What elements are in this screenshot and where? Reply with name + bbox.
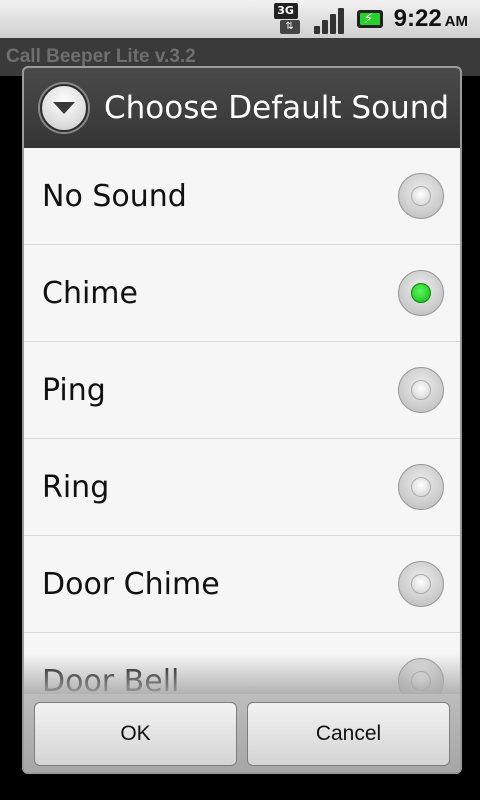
sound-option-no-sound[interactable]: No Sound — [24, 148, 460, 245]
option-label: No Sound — [42, 178, 187, 214]
status-icons: 3G ⇅ ⚡ 9:22 AM — [273, 2, 468, 36]
sound-option-ping[interactable]: Ping — [24, 342, 460, 439]
clock-time: 9:22 — [393, 5, 442, 32]
option-label: Ping — [42, 372, 106, 408]
3g-data-icon: 3G ⇅ — [273, 3, 306, 35]
data-arrows-icon: ⇅ — [279, 20, 300, 34]
radio-button-selected[interactable] — [398, 270, 444, 316]
cancel-button[interactable]: Cancel — [247, 702, 450, 766]
sound-option-chime[interactable]: Chime — [24, 245, 460, 342]
option-label: Door Bell — [42, 663, 180, 695]
sound-option-door-chime[interactable]: Door Chime — [24, 536, 460, 633]
radio-button[interactable] — [398, 658, 444, 694]
option-label: Door Chime — [42, 566, 220, 602]
dialog-title: Choose Default Sound — [104, 90, 450, 126]
choose-sound-dialog: Choose Default Sound No Sound Chime Ping… — [22, 66, 462, 774]
option-label: Ring — [42, 469, 110, 505]
battery-charging-icon: ⚡ — [354, 7, 386, 31]
radio-button[interactable] — [398, 173, 444, 219]
clock: 9:22 AM — [394, 5, 468, 33]
clock-ampm: AM — [444, 13, 468, 30]
network-type-label: 3G — [273, 3, 298, 19]
dropdown-icon — [40, 84, 88, 132]
radio-button[interactable] — [398, 464, 444, 510]
option-label: Chime — [42, 275, 138, 311]
dialog-button-bar: OK Cancel — [24, 694, 460, 772]
status-bar: 3G ⇅ ⚡ 9:22 AM — [0, 0, 480, 39]
sound-option-ring[interactable]: Ring — [24, 439, 460, 536]
ok-button[interactable]: OK — [34, 702, 237, 766]
radio-button[interactable] — [398, 367, 444, 413]
dialog-header: Choose Default Sound — [24, 68, 460, 148]
sound-option-door-bell[interactable]: Door Bell — [24, 633, 460, 694]
radio-button[interactable] — [398, 561, 444, 607]
sound-options-list[interactable]: No Sound Chime Ping Ring Door Chime Door… — [24, 148, 460, 694]
signal-icon — [313, 4, 346, 34]
